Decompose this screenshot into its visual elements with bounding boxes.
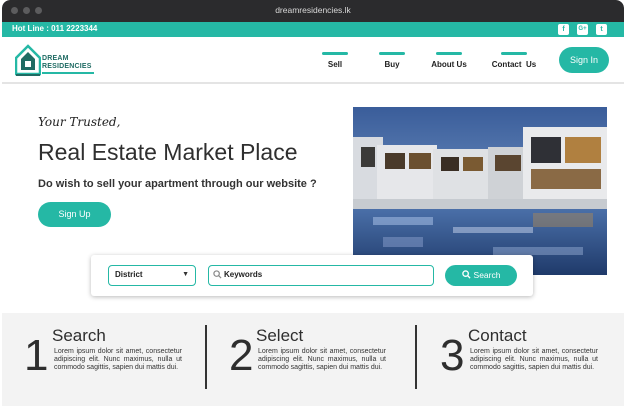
nav-label-about-us: About Us xyxy=(431,60,467,69)
nav-indicator xyxy=(322,52,348,55)
browser-titlebar: dreamresidencies.lk xyxy=(2,0,624,22)
keywords-input[interactable]: Keywords xyxy=(208,265,434,286)
sign-in-button[interactable]: Sign In xyxy=(559,47,609,73)
logo-text-dream: DREAM xyxy=(42,55,69,62)
search-icon xyxy=(213,270,222,279)
hero-title: Real Estate Market Place xyxy=(38,139,298,165)
nav-indicator xyxy=(501,52,527,55)
google-plus-icon[interactable]: G+ xyxy=(577,24,588,35)
nav-indicator xyxy=(436,52,462,55)
search-icon xyxy=(461,270,471,279)
property-search-card: District ▼ Keywords Search xyxy=(91,255,533,296)
chevron-down-icon: ▼ xyxy=(182,271,189,278)
facebook-icon[interactable]: f xyxy=(558,24,569,35)
nav-label-sell: Sell xyxy=(327,60,343,69)
nav-label-buy: Buy xyxy=(384,60,400,69)
sign-up-button[interactable]: Sign Up xyxy=(38,202,111,227)
step-number: 3 xyxy=(440,331,465,380)
nav-item-buy[interactable]: Buy xyxy=(367,52,417,69)
district-select-value: District xyxy=(115,270,143,279)
hero-tagline: Your Trusted, xyxy=(38,115,121,129)
step-number: 1 xyxy=(24,331,49,380)
step-title: Select xyxy=(256,326,304,345)
step-divider xyxy=(205,325,207,389)
nav-item-sell[interactable]: Sell xyxy=(310,52,360,69)
district-select[interactable]: District ▼ xyxy=(108,265,196,286)
hero-subtitle: Do wish to sell your apartment through o… xyxy=(38,178,317,190)
hero-house-image xyxy=(353,107,607,275)
modern-house-illustration xyxy=(353,107,607,275)
search-button-label: Search xyxy=(473,270,501,280)
step-description: Lorem ipsum dolor sit amet, consectetur … xyxy=(54,348,182,372)
hotline-text: Hot Line : 011 2223344 xyxy=(12,24,98,33)
step-title: Contact xyxy=(468,326,527,345)
nav-label-contact-us: Contact Us xyxy=(491,60,537,69)
nav-indicator xyxy=(379,52,405,55)
how-it-works-section: 1 Search Lorem ipsum dolor sit amet, con… xyxy=(2,313,624,406)
dream-residencies-logo[interactable]: DREAM RESIDENCIES xyxy=(14,44,95,78)
step-number: 2 xyxy=(229,331,254,380)
search-button[interactable]: Search xyxy=(445,265,517,286)
nav-item-about-us[interactable]: About Us xyxy=(420,52,478,69)
browser-window: dreamresidencies.lk Hot Line : 011 22233… xyxy=(2,0,624,406)
step-description: Lorem ipsum dolor sit amet, consectetur … xyxy=(470,348,598,372)
nav-item-contact-us[interactable]: Contact Us xyxy=(485,52,543,69)
step-divider xyxy=(415,325,417,389)
main-navbar: DREAM RESIDENCIES Sell Buy About Us Cont… xyxy=(2,37,624,84)
top-contact-bar: Hot Line : 011 2223344 f G+ t xyxy=(2,22,624,37)
step-description: Lorem ipsum dolor sit amet, consectetur … xyxy=(258,348,386,372)
step-title: Search xyxy=(52,326,106,345)
keywords-input-placeholder: Keywords xyxy=(224,270,263,279)
address-bar[interactable]: dreamresidencies.lk xyxy=(2,5,624,15)
twitter-icon[interactable]: t xyxy=(596,24,607,35)
house-logo-icon xyxy=(14,44,42,76)
logo-text-residencies: RESIDENCIES xyxy=(42,63,92,70)
logo-underline xyxy=(42,72,94,74)
